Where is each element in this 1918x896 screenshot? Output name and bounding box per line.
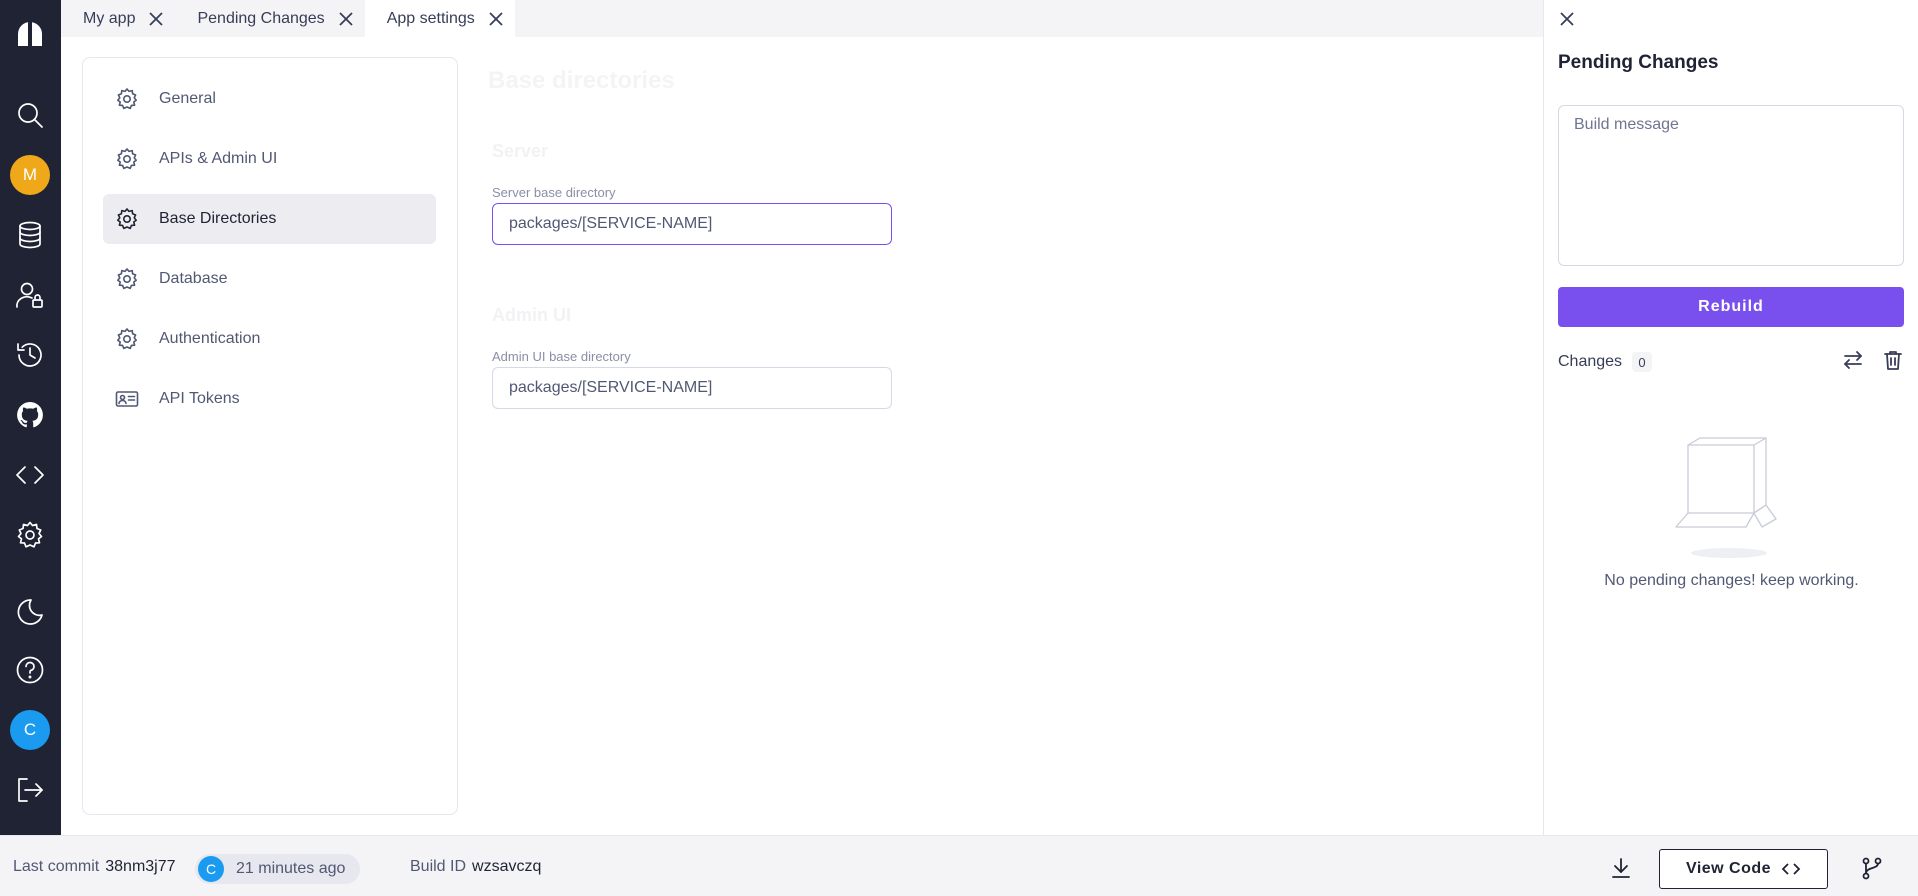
- tab-app-settings[interactable]: App settings: [364, 0, 515, 37]
- build-id: Build ID wzsavczq: [410, 836, 541, 896]
- build-message-input[interactable]: [1558, 105, 1904, 266]
- help-icon[interactable]: [8, 648, 52, 692]
- changes-label: Changes: [1558, 353, 1623, 370]
- view-code-button[interactable]: View Code: [1659, 849, 1828, 889]
- panel-title: Pending Changes: [1558, 52, 1719, 73]
- close-icon[interactable]: [337, 10, 355, 28]
- settings-nav-base-directories[interactable]: Base Directories: [103, 194, 436, 244]
- tab-pending-changes[interactable]: Pending Changes: [175, 0, 364, 37]
- last-commit-label: Last commit: [13, 857, 100, 875]
- search-icon[interactable]: [8, 93, 52, 137]
- close-icon[interactable]: [1556, 8, 1578, 30]
- last-commit-id[interactable]: 38nm3j77: [105, 858, 175, 876]
- empty-state-text: No pending changes! keep working.: [1604, 572, 1859, 589]
- gear-icon: [117, 88, 137, 110]
- admin-ui-section-title: Admin UI: [492, 305, 571, 325]
- tab-bar: My app Pending Changes App settings: [61, 0, 1543, 37]
- download-icon[interactable]: [1609, 856, 1633, 880]
- admin-ui-base-directory-input[interactable]: [492, 367, 892, 409]
- gear-icon: [117, 268, 137, 290]
- settings-nav-label: Database: [159, 270, 228, 287]
- empty-box-illustration: [1675, 437, 1777, 558]
- close-icon[interactable]: [147, 10, 165, 28]
- close-icon[interactable]: [487, 10, 505, 28]
- main-content: General APIs & Admin UI Base Directories…: [61, 37, 1543, 835]
- settings-nav: General APIs & Admin UI Base Directories…: [82, 57, 458, 815]
- settings-nav-label: Base Directories: [159, 210, 277, 227]
- view-code-label: View Code: [1685, 860, 1772, 877]
- settings-nav-label: Authentication: [159, 330, 261, 347]
- avatar: M: [10, 155, 50, 195]
- tab-label: My app: [83, 9, 136, 27]
- id-card-icon: [115, 391, 139, 407]
- pending-changes-panel: Pending Changes Rebuild Changes 0 No pen…: [1543, 0, 1918, 835]
- compare-arrows-icon[interactable]: [1842, 349, 1864, 371]
- settings-nav-general[interactable]: General: [103, 74, 436, 124]
- database-icon[interactable]: [8, 213, 52, 257]
- server-base-directory-input[interactable]: [492, 203, 892, 245]
- left-rail: M C: [0, 0, 61, 835]
- trash-icon[interactable]: [1882, 349, 1904, 371]
- changes-header: Changes 0: [1558, 349, 1904, 372]
- settings-gear-icon[interactable]: [8, 513, 52, 557]
- gear-icon: [117, 208, 137, 230]
- build-id-label: Build ID: [410, 857, 467, 875]
- settings-nav-label: API Tokens: [159, 390, 240, 407]
- avatar: C: [198, 856, 224, 882]
- page-title: Base directories: [488, 67, 675, 94]
- settings-nav-label: General: [159, 90, 216, 107]
- admin-ui-base-directory-label: Admin UI base directory: [492, 349, 631, 364]
- last-commit: Last commit 38nm3j77: [13, 836, 176, 896]
- tab-label: App settings: [386, 9, 475, 27]
- gear-icon: [117, 148, 137, 170]
- build-id-value[interactable]: wzsavczq: [472, 858, 541, 876]
- settings-nav-apis-admin-ui[interactable]: APIs & Admin UI: [103, 134, 436, 184]
- code-icon: [1781, 863, 1801, 875]
- server-base-directory-label: Server base directory: [492, 185, 616, 200]
- rebuild-button[interactable]: Rebuild: [1558, 287, 1904, 327]
- status-footer: Last commit 38nm3j77 C 21 minutes ago Bu…: [0, 835, 1918, 896]
- logout-icon[interactable]: [8, 768, 52, 812]
- user-lock-icon[interactable]: [8, 273, 52, 317]
- tab-label: Pending Changes: [197, 9, 325, 27]
- account-avatar[interactable]: C: [8, 708, 52, 752]
- tab-my-app[interactable]: My app: [61, 0, 175, 37]
- settings-nav-label: APIs & Admin UI: [159, 150, 278, 167]
- settings-nav-authentication[interactable]: Authentication: [103, 314, 436, 364]
- changes-actions: [1842, 349, 1904, 371]
- app-logo-icon[interactable]: [8, 12, 52, 56]
- server-section-title: Server: [492, 141, 549, 161]
- changes-count-badge: 0: [1632, 352, 1653, 372]
- settings-nav-api-tokens[interactable]: API Tokens: [103, 374, 436, 424]
- history-icon[interactable]: [8, 333, 52, 377]
- gear-icon: [117, 328, 137, 350]
- github-icon[interactable]: [8, 393, 52, 437]
- code-icon[interactable]: [8, 453, 52, 497]
- user-avatar[interactable]: M: [8, 153, 52, 197]
- commit-time-pill: C 21 minutes ago: [195, 854, 361, 884]
- settings-nav-database[interactable]: Database: [103, 254, 436, 304]
- commit-time: 21 minutes ago: [236, 860, 346, 877]
- dark-mode-moon-icon[interactable]: [8, 590, 52, 634]
- avatar: C: [10, 710, 50, 750]
- git-branch-icon[interactable]: [1860, 856, 1884, 880]
